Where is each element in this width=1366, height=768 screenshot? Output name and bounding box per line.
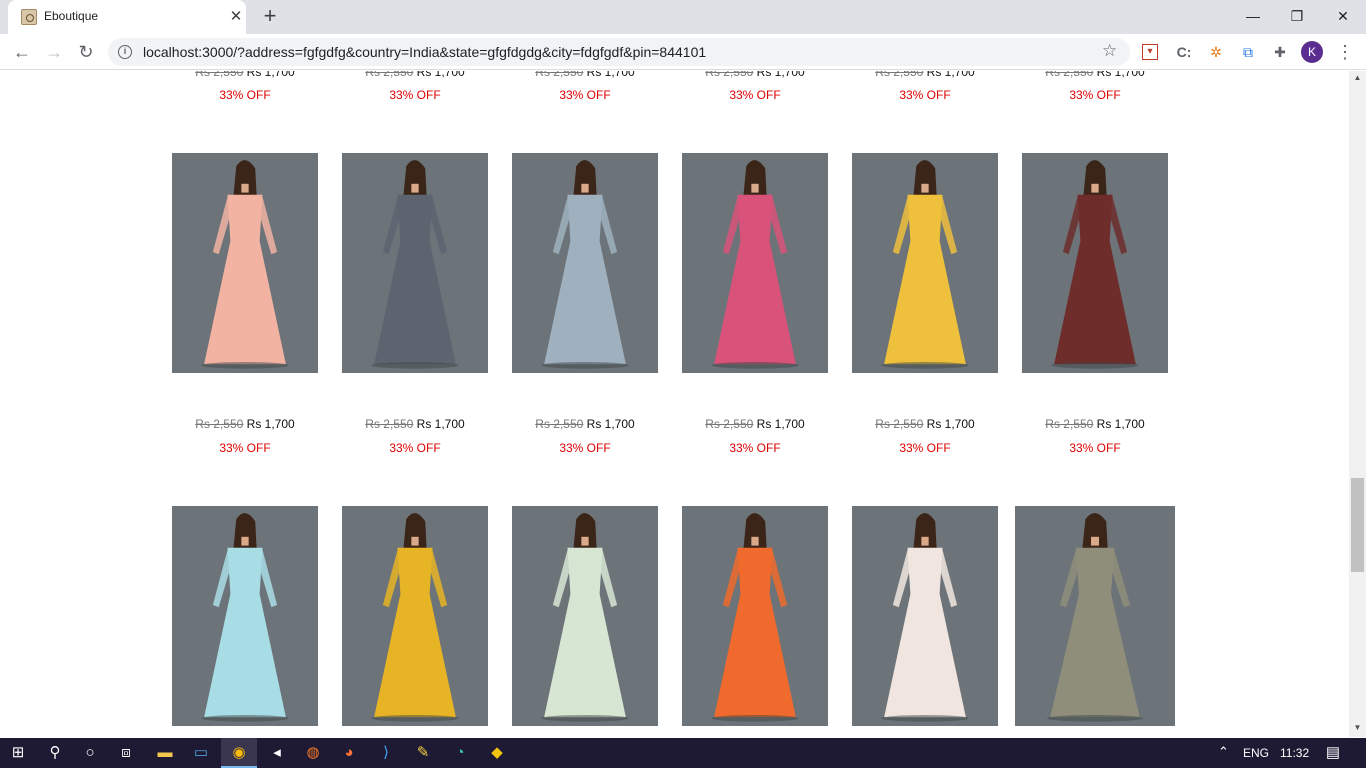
price-line: Rs 2,550 Rs 1,700 — [705, 71, 805, 79]
model-silhouette — [342, 153, 488, 373]
git-icon[interactable]: ◆ — [486, 742, 508, 764]
discount-label: 33% OFF — [219, 441, 271, 455]
model-silhouette — [512, 153, 658, 373]
minimize-button[interactable]: — — [1230, 2, 1276, 30]
model-silhouette — [172, 153, 318, 373]
model-silhouette — [172, 506, 318, 726]
scroll-down-arrow-icon[interactable]: ▼ — [1349, 723, 1366, 735]
product-image[interactable] — [682, 506, 828, 726]
extension-bug-icon[interactable]: ✲ — [1206, 42, 1226, 62]
blender-icon[interactable]: ◍ — [302, 742, 324, 764]
product-image[interactable] — [342, 153, 488, 373]
close-tab-icon[interactable]: ✕ — [226, 7, 246, 27]
product-image[interactable] — [682, 153, 828, 373]
price-line: Rs 2,550 Rs 1,700 — [365, 417, 465, 431]
price-line: Rs 2,550 Rs 1,700 — [535, 417, 635, 431]
product-image[interactable] — [172, 506, 318, 726]
browser-menu-icon[interactable]: ⋮ — [1336, 40, 1354, 64]
model-silhouette — [342, 506, 488, 726]
price-line: Rs 2,550 Rs 1,700 — [705, 417, 805, 431]
file-explorer-icon[interactable]: ▬ — [154, 742, 176, 764]
discount-label: 33% OFF — [389, 441, 441, 455]
discount-label: 33% OFF — [899, 441, 951, 455]
discount-label: 33% OFF — [1069, 88, 1121, 102]
model-silhouette — [852, 153, 998, 373]
price-line: Rs 2,550 Rs 1,700 — [535, 71, 635, 79]
pen-tool-icon[interactable]: ✎ — [412, 742, 434, 764]
browser-tab[interactable]: Eboutique ✕ — [8, 0, 246, 34]
url-text[interactable]: localhost:3000/?address=fgfgdfg&country=… — [143, 44, 706, 60]
extension-screen-icon[interactable]: ⧉ — [1238, 42, 1258, 62]
new-tab-button[interactable]: + — [258, 5, 282, 29]
forward-arrow-icon[interactable]: → — [41, 39, 67, 65]
price-line: Rs 2,550 Rs 1,700 — [875, 417, 975, 431]
chrome-icon[interactable]: ◉ — [228, 742, 250, 764]
discount-label: 33% OFF — [899, 88, 951, 102]
eboutique-favicon-icon — [21, 9, 37, 25]
model-silhouette — [1022, 153, 1168, 373]
task-view-icon[interactable]: ⧈ — [115, 742, 137, 764]
product-image[interactable] — [342, 506, 488, 726]
price-line: Rs 2,550 Rs 1,700 — [875, 71, 975, 79]
window-close-button[interactable]: ✕ — [1320, 2, 1366, 30]
product-image[interactable] — [512, 506, 658, 726]
discount-label: 33% OFF — [1069, 441, 1121, 455]
language-indicator[interactable]: ENG — [1243, 746, 1269, 760]
show-hidden-icons-icon[interactable]: ⌃ — [1218, 744, 1229, 760]
extensions-puzzle-icon[interactable]: ✚ — [1270, 42, 1290, 62]
product-image[interactable] — [852, 506, 998, 726]
product-image[interactable] — [1022, 153, 1168, 373]
this-pc-icon[interactable]: ▭ — [190, 742, 212, 764]
discount-label: 33% OFF — [559, 441, 611, 455]
site-info-icon[interactable]: i — [118, 45, 132, 59]
discount-label: 33% OFF — [729, 441, 781, 455]
product-image[interactable] — [172, 153, 318, 373]
cortana-icon[interactable]: ○ — [79, 742, 101, 764]
model-silhouette — [682, 153, 828, 373]
page-scrollbar[interactable]: ▲ ▼ — [1349, 71, 1366, 737]
product-image[interactable] — [1015, 506, 1175, 726]
model-silhouette — [852, 506, 998, 726]
tab-strip: Eboutique ✕ + — ❐ ✕ — [0, 0, 1366, 34]
price-line: Rs 2,550 Rs 1,700 — [195, 417, 295, 431]
scroll-up-arrow-icon[interactable]: ▲ — [1349, 73, 1366, 85]
browser-toolbar: ← → ↻ i localhost:3000/?address=fgfgdfg&… — [0, 34, 1366, 70]
windows-taskbar: ⊞ ⚲ ○ ⧈ ▬ ▭ ◉ ◂ ◍ ◕ ⟩ ✎ ◔ ◆ ⌃ ENG 11:32 … — [0, 738, 1366, 768]
price-line: Rs 2,550 Rs 1,700 — [1045, 71, 1145, 79]
model-silhouette — [682, 506, 828, 726]
product-image[interactable] — [512, 153, 658, 373]
reload-icon[interactable]: ↻ — [73, 39, 99, 65]
profile-avatar[interactable]: K — [1301, 41, 1323, 63]
clock[interactable]: 11:32 — [1280, 746, 1309, 760]
back-arrow-icon[interactable]: ← — [9, 39, 35, 65]
price-line: Rs 2,550 Rs 1,700 — [1045, 417, 1145, 431]
discount-label: 33% OFF — [389, 88, 441, 102]
search-icon[interactable]: ⚲ — [44, 742, 66, 764]
discount-label: 33% OFF — [729, 88, 781, 102]
extension-shield-icon[interactable]: ▾ — [1142, 44, 1158, 60]
firefox-icon[interactable]: ◕ — [338, 742, 360, 764]
bookmark-star-icon[interactable]: ☆ — [1102, 41, 1117, 61]
vscode-icon[interactable]: ⟩ — [375, 742, 397, 764]
windows-start-icon[interactable]: ⊞ — [7, 742, 29, 764]
tab-title: Eboutique — [44, 9, 99, 23]
price-line: Rs 2,550 Rs 1,700 — [195, 71, 295, 79]
restore-button[interactable]: ❐ — [1274, 2, 1320, 30]
media-player-icon[interactable]: ◂ — [266, 742, 288, 764]
scrollbar-thumb[interactable] — [1351, 478, 1364, 572]
model-silhouette — [512, 506, 658, 726]
extension-code-icon[interactable]: C: — [1174, 42, 1194, 62]
address-bar[interactable]: i localhost:3000/?address=fgfgdfg&countr… — [108, 38, 1130, 66]
edge-icon[interactable]: ◔ — [449, 742, 471, 764]
product-image[interactable] — [852, 153, 998, 373]
discount-label: 33% OFF — [559, 88, 611, 102]
notifications-icon[interactable]: ▤ — [1322, 742, 1344, 764]
page-viewport: Rs 2,550 Rs 1,700 33% OFF Rs 2,550 Rs 1,… — [0, 71, 1349, 737]
price-line: Rs 2,550 Rs 1,700 — [365, 71, 465, 79]
discount-label: 33% OFF — [219, 88, 271, 102]
model-silhouette — [1015, 506, 1175, 726]
